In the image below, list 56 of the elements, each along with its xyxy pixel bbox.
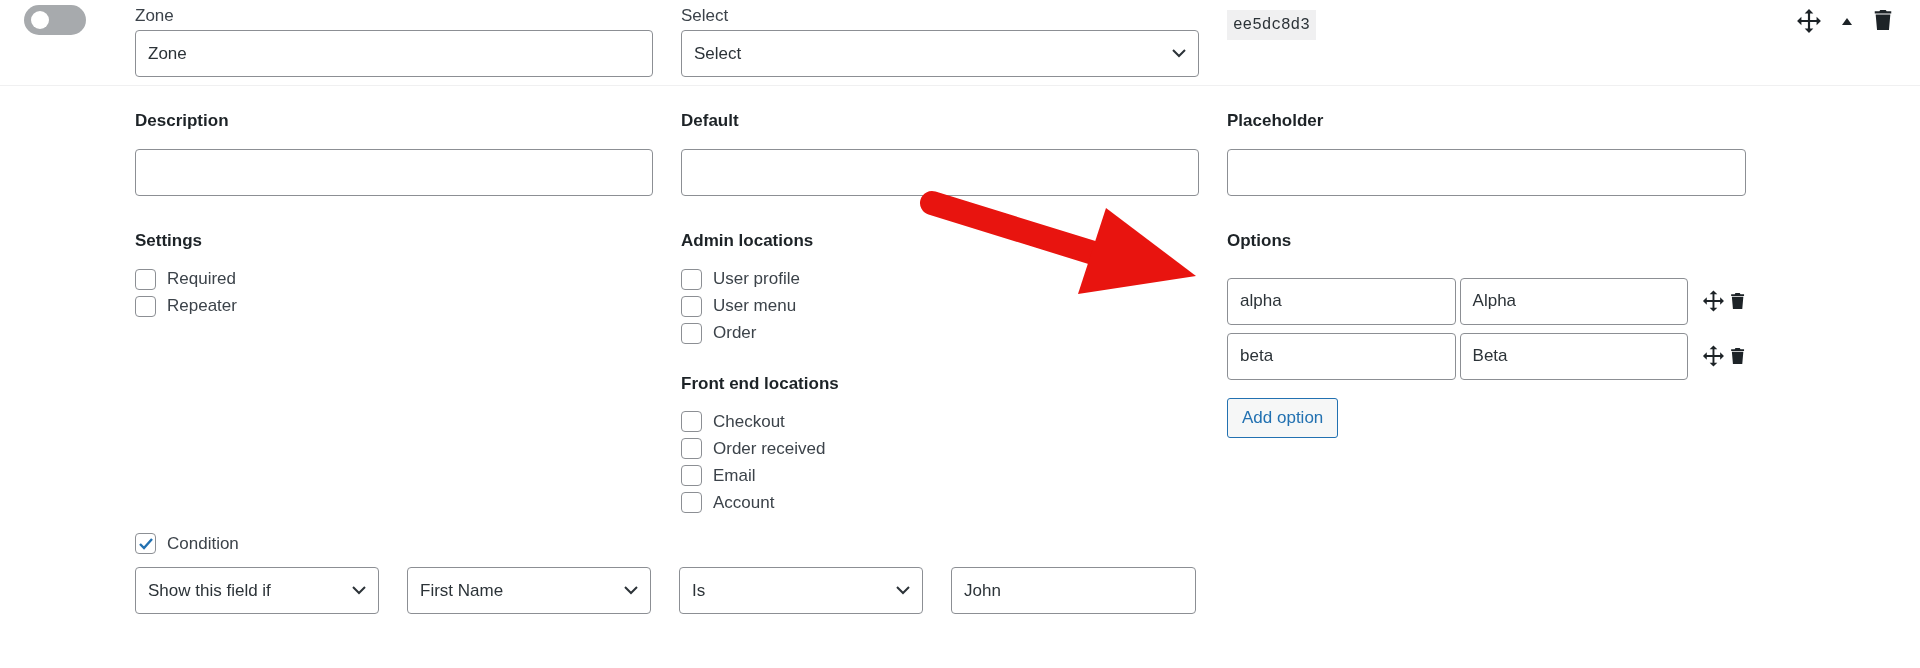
checkbox-label: Account — [713, 491, 775, 514]
checkbox[interactable] — [135, 533, 156, 554]
chevron-icon — [624, 586, 638, 595]
checkbox-label: User profile — [713, 268, 800, 291]
trash-icon[interactable] — [1872, 8, 1894, 32]
checkbox-label: Required — [167, 268, 236, 291]
checkbox[interactable] — [135, 268, 156, 290]
checkbox[interactable] — [681, 492, 702, 513]
field-select[interactable]: First Name — [407, 567, 651, 614]
caret-up-icon[interactable] — [1842, 17, 1852, 25]
toggle-switch[interactable] — [24, 5, 86, 35]
checkbox-label: Condition — [167, 532, 239, 555]
section-heading: Settings — [135, 231, 203, 251]
field-label: Select — [681, 6, 729, 26]
checkbox[interactable] — [681, 411, 702, 432]
section-heading: Front end locations — [681, 373, 839, 394]
field-id: ee5dc8d3 — [1227, 10, 1316, 40]
field-label: Default — [681, 111, 739, 131]
move-icon[interactable] — [1701, 344, 1725, 368]
trash-icon[interactable] — [1728, 345, 1746, 367]
move-icon[interactable] — [1701, 289, 1725, 313]
option-label-input[interactable]: Beta — [1459, 332, 1689, 380]
checkbox[interactable] — [681, 295, 702, 317]
checkbox[interactable] — [135, 295, 156, 317]
field-label: Description — [135, 111, 229, 131]
checkbox-label: Repeater — [167, 295, 237, 318]
add-option-button[interactable]: Add option — [1227, 397, 1339, 438]
text-input[interactable] — [681, 149, 1199, 196]
checkbox-label: Checkout — [713, 410, 785, 433]
condition-select[interactable]: Show this field if — [135, 567, 379, 614]
type-select[interactable]: Select — [681, 30, 1199, 77]
checkbox-label: User menu — [713, 295, 797, 318]
section-heading: Options — [1227, 231, 1292, 251]
checkbox[interactable] — [681, 465, 702, 486]
label-input[interactable]: Zone — [135, 30, 653, 77]
field-label: Zone — [135, 6, 174, 26]
checkbox-label: Order received — [713, 437, 826, 460]
move-icon[interactable] — [1796, 8, 1822, 34]
option-value-input[interactable]: beta — [1227, 332, 1456, 380]
option-value-input[interactable]: alpha — [1227, 277, 1456, 325]
field-label: Placeholder — [1227, 111, 1324, 131]
checkbox[interactable] — [681, 438, 702, 459]
checkbox-label: Email — [713, 464, 756, 487]
text-input[interactable] — [135, 149, 653, 196]
checkbox[interactable] — [681, 268, 702, 290]
text-input[interactable] — [1227, 149, 1746, 196]
checkbox[interactable] — [681, 322, 702, 344]
section-heading: Admin locations — [681, 231, 814, 251]
option-label-input[interactable]: Alpha — [1459, 277, 1689, 325]
trash-icon[interactable] — [1728, 290, 1746, 312]
checkbox-label: Order — [713, 322, 757, 345]
operator-select[interactable]: Is — [679, 567, 923, 614]
chevron-icon — [1172, 49, 1186, 58]
value-input[interactable]: John — [951, 567, 1196, 614]
chevron-icon — [352, 586, 366, 595]
chevron-icon — [896, 586, 910, 595]
